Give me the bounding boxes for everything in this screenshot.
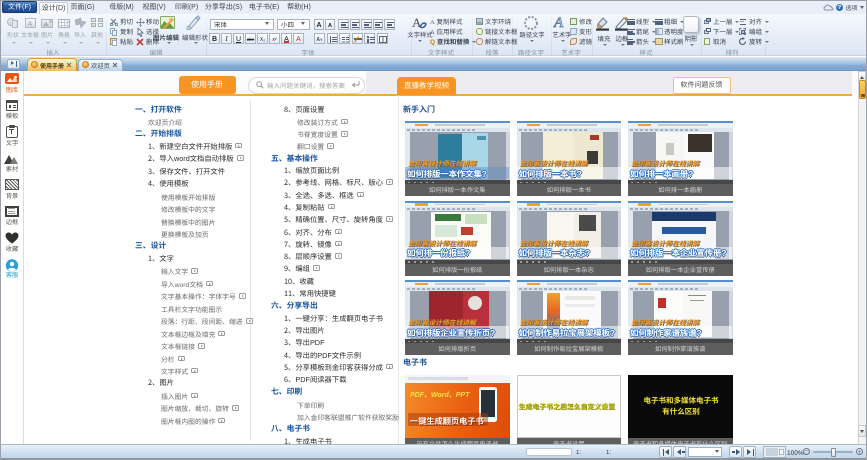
svg-text:A: A — [553, 15, 564, 31]
